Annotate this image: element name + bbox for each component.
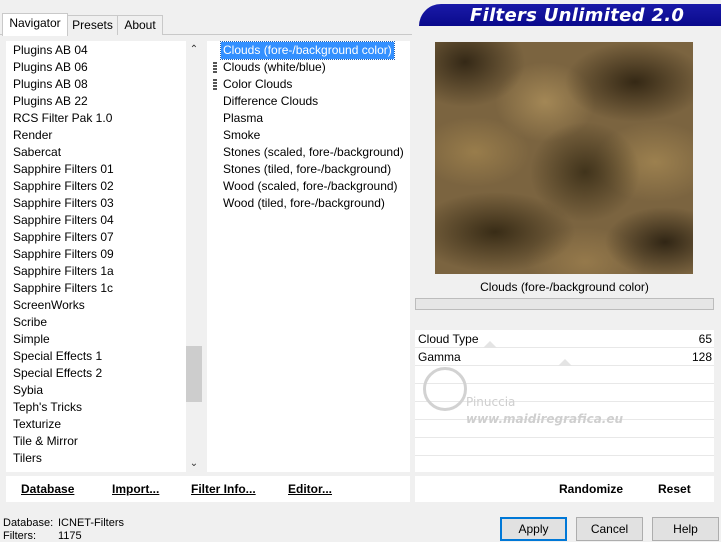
param-divider — [415, 347, 714, 348]
param-label-gamma: Gamma — [418, 350, 461, 364]
category-item[interactable]: Sapphire Filters 01 — [13, 161, 114, 178]
category-item[interactable]: Tilers — [13, 450, 42, 467]
cancel-button[interactable]: Cancel — [576, 517, 643, 541]
database-value: ICNET-Filters — [58, 517, 124, 529]
filter-marker-icon — [213, 79, 217, 90]
category-item[interactable]: Sabercat — [13, 144, 61, 161]
filter-item[interactable]: Wood (tiled, fore-/background) — [221, 195, 387, 212]
category-item[interactable]: Special Effects 1 — [13, 348, 102, 365]
preview-label: Clouds (fore-/background color) — [480, 280, 649, 294]
help-button[interactable]: Help — [652, 517, 719, 541]
progress-bar — [415, 298, 714, 310]
category-item[interactable]: Plugins AB 08 — [13, 76, 88, 93]
category-item[interactable]: Plugins AB 04 — [13, 42, 88, 59]
import-button[interactable]: Import... — [112, 482, 159, 496]
watermark-logo-icon — [423, 367, 467, 411]
category-item[interactable]: Tile & Mirror — [13, 433, 78, 450]
category-item[interactable]: Sybia — [13, 382, 43, 399]
filter-item[interactable]: Clouds (fore-/background color) — [220, 41, 395, 60]
category-item[interactable]: Render — [13, 127, 52, 144]
param-value-cloud-type[interactable]: 65 — [699, 332, 712, 346]
preview-image — [435, 42, 693, 274]
category-item[interactable]: Sapphire Filters 09 — [13, 246, 114, 263]
category-item[interactable]: Sapphire Filters 07 — [13, 229, 114, 246]
category-item[interactable]: Special Effects 2 — [13, 365, 102, 382]
category-item[interactable]: Teph's Tricks — [13, 399, 82, 416]
filter-item[interactable]: Difference Clouds — [221, 93, 320, 110]
category-item[interactable]: Sapphire Filters 1c — [13, 280, 113, 297]
apply-button[interactable]: Apply — [500, 517, 567, 541]
filter-marker-icon — [213, 62, 217, 73]
category-scrollbar[interactable] — [186, 41, 202, 472]
category-item[interactable]: Sapphire Filters 1a — [13, 263, 114, 280]
filter-info-button[interactable]: Filter Info... — [191, 482, 256, 496]
watermark-name: Pinuccia — [466, 395, 516, 409]
filter-item[interactable]: Wood (scaled, fore-/background) — [221, 178, 400, 195]
filters-count: 1175 — [58, 530, 82, 542]
watermark: Pinuccia www.maidiregrafica.eu — [418, 362, 638, 432]
randomize-button[interactable]: Randomize — [559, 482, 623, 496]
tab-presets[interactable]: Presets — [66, 15, 119, 35]
database-button[interactable]: Database — [21, 482, 74, 496]
cloud-type-slider-marker[interactable] — [483, 341, 497, 348]
gamma-slider-marker[interactable] — [558, 359, 572, 366]
filter-item[interactable]: Smoke — [221, 127, 262, 144]
category-item[interactable]: RCS Filter Pak 1.0 — [13, 110, 112, 127]
filter-item[interactable]: Clouds (white/blue) — [221, 59, 328, 76]
param-divider — [415, 437, 714, 438]
scrollbar-thumb[interactable] — [186, 346, 202, 402]
scroll-down-icon[interactable]: ⌄ — [186, 456, 202, 472]
app-title: Filters Unlimited 2.0 — [470, 5, 685, 26]
filters-label: Filters: — [3, 530, 36, 542]
category-item[interactable]: ScreenWorks — [13, 297, 85, 314]
reset-button[interactable]: Reset — [658, 482, 691, 496]
category-item[interactable]: Plugins AB 22 — [13, 93, 88, 110]
category-item[interactable]: Texturize — [13, 416, 61, 433]
category-item[interactable]: Simple — [13, 331, 50, 348]
category-item[interactable]: Plugins AB 06 — [13, 59, 88, 76]
filter-item[interactable]: Stones (tiled, fore-/background) — [221, 161, 393, 178]
scroll-up-icon[interactable]: ⌃ — [186, 42, 202, 58]
category-item[interactable]: Sapphire Filters 04 — [13, 212, 114, 229]
category-item[interactable]: Sapphire Filters 03 — [13, 195, 114, 212]
filter-item[interactable]: Plasma — [221, 110, 265, 127]
param-label-cloud-type: Cloud Type — [418, 332, 479, 346]
filter-item[interactable]: Stones (scaled, fore-/background) — [221, 144, 406, 161]
filter-item[interactable]: Color Clouds — [221, 76, 294, 93]
editor-button[interactable]: Editor... — [288, 482, 332, 496]
category-item[interactable]: Sapphire Filters 02 — [13, 178, 114, 195]
database-label: Database: — [3, 517, 54, 529]
watermark-url: www.maidiregrafica.eu — [466, 412, 624, 426]
tab-navigator[interactable]: Navigator — [2, 13, 68, 36]
param-value-gamma[interactable]: 128 — [692, 350, 712, 364]
param-divider — [415, 455, 714, 456]
category-item[interactable]: Scribe — [13, 314, 47, 331]
tab-about[interactable]: About — [117, 15, 163, 35]
